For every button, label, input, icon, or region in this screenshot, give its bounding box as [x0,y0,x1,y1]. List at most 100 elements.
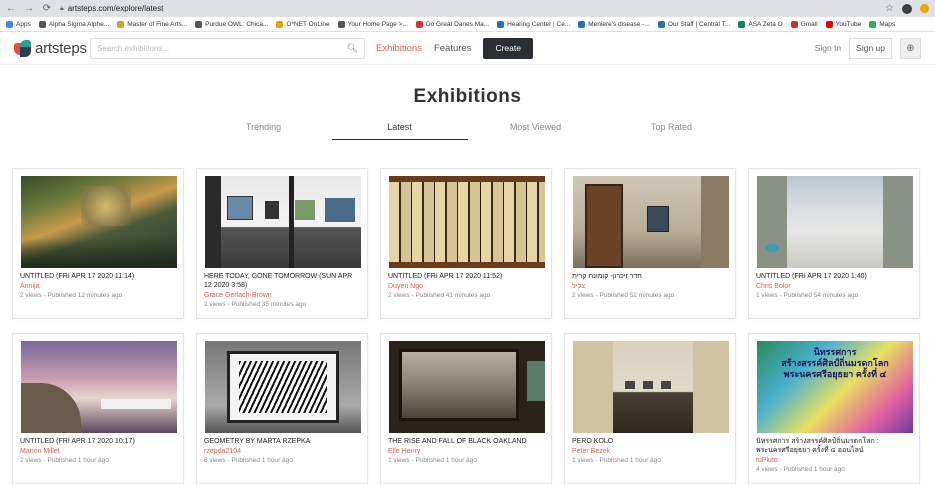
bookmark-item[interactable]: Do Great Danes Ma... [415,20,490,28]
exhibition-card[interactable]: חדר זיכרון- קומונת קרית צליל 2 views - P… [564,168,736,319]
create-button[interactable]: Create [483,37,533,59]
bookmark-label: Purdue OWL: Chica... [205,20,269,28]
bookmark-item[interactable]: Hearing Center | Ce... [497,20,570,28]
exhibition-card[interactable]: THE RISE AND FALL OF BLACK OAKLAND Elle … [380,333,552,484]
address-url: artsteps.com/explore/latest [67,4,164,13]
exhibition-card[interactable]: UNTITLED (FRI APR 17 2020 10:17) Manon M… [12,333,184,484]
bookmark-item[interactable]: Gmail [790,20,818,28]
bookmark-favicon-icon [578,20,586,28]
reload-icon[interactable]: ⟳ [42,0,52,17]
exhibition-thumbnail[interactable] [205,176,361,268]
bookmark-item[interactable]: Meniere's disease -... [578,20,650,28]
exhibition-title[interactable]: GEOMETRY BY MARTA RZEPKA [204,437,360,446]
exhibition-title[interactable]: UNTITLED (FRI APR 17 2020 11:14) [20,272,176,281]
logo-mark-icon [14,39,31,57]
bookmark-favicon-icon [657,20,665,28]
exhibition-author[interactable]: Chris Bolor [756,283,912,290]
exhibition-thumbnail[interactable] [21,341,177,433]
bookmark-favicon-icon [790,20,798,28]
globe-icon[interactable]: ⊕ [900,37,921,59]
bookmarks-bar: Apps Alpha Sigma Alphe... Master of Fine A… [0,17,935,32]
exhibition-title[interactable]: חדר זיכרון- קומונת קרית [572,272,728,281]
search-input[interactable] [97,43,327,53]
exhibition-title[interactable]: PERO KOLO [572,437,728,446]
bookmark-favicon-icon [415,20,423,28]
star-icon[interactable]: ☆ [885,3,894,14]
exhibition-thumbnail[interactable] [573,341,729,433]
exhibition-thumbnail[interactable] [21,176,177,268]
site-header: artsteps 🔍︎ Exhibitions Features Create … [0,32,935,65]
tab-trending[interactable]: Trending [196,122,332,140]
exhibition-author[interactable]: Grace Gerlach-Brown [204,292,360,299]
bookmark-item[interactable]: ASA Zeta O [738,20,783,28]
exhibition-thumbnail[interactable] [389,176,545,268]
exhibition-author[interactable]: Manon Millet [20,448,176,455]
bookmark-label: Your Home Page >... [347,20,408,28]
extension-icon[interactable] [920,4,929,13]
bookmark-label: ASA Zeta O [748,20,783,28]
exhibition-author[interactable]: rzepda2104 [204,448,360,455]
exhibition-author[interactable]: Elle Henry [388,448,544,455]
exhibition-title[interactable]: UNTITLED (FRI APR 17 2020 11:52) [388,272,544,281]
exhibition-author[interactable]: tuPluto [756,457,912,464]
bookmark-label: Do Great Danes Ma... [425,20,490,28]
exhibition-card[interactable]: PERO KOLO Peter Bezek 1 views - Publishe… [564,333,736,484]
exhibition-title[interactable]: THE RISE AND FALL OF BLACK OAKLAND [388,437,544,446]
nav-exhibitions[interactable]: Exhibitions [376,43,422,54]
exhibition-author[interactable]: צליל [572,283,728,290]
exhibition-meta: 2 views - Published 12 minutes ago [20,292,123,299]
search-box[interactable]: 🔍︎ [90,37,365,59]
page-title: Exhibitions [413,86,522,107]
exhibition-card[interactable]: UNTITLED (FRI APR 17 2020 11:52) Duyen N… [380,168,552,319]
exhibition-thumbnail[interactable]: นิทรรศการ สร้างสรรค์ศิลป์ถิ่นมรดกโลก พระ… [757,341,913,433]
bookmark-item[interactable]: Purdue OWL: Chica... [195,20,269,28]
back-icon[interactable]: ← [6,0,16,17]
bookmark-label: Maps [879,20,896,28]
bookmark-item[interactable]: Maps [869,20,896,28]
sign-in-link[interactable]: Sign In [815,43,841,53]
tab-most-viewed[interactable]: Most Viewed [468,122,604,140]
exhibition-card[interactable]: HERE TODAY, GONE TOMORROW (SUN APR 12 20… [196,168,368,319]
exhibition-card[interactable]: UNTITLED (FRI APR 17 2020 1:40) Chris Bo… [748,168,920,319]
bookmark-item[interactable]: Your Home Page >... [337,20,408,28]
bookmark-favicon-icon [738,20,746,28]
exhibition-thumbnail[interactable] [389,341,545,433]
exhibition-author[interactable]: Duyen Ngo [388,283,544,290]
bookmark-favicon-icon [117,20,125,28]
bookmark-item[interactable]: O*NET OnLine [276,20,330,28]
exhibition-meta: 2 views - Published 52 minutes ago [572,292,675,299]
forward-icon[interactable]: → [24,0,34,17]
exhibition-title[interactable]: HERE TODAY, GONE TOMORROW (SUN APR 12 20… [204,272,360,290]
tab-top-rated[interactable]: Top Rated [604,122,740,140]
search-icon[interactable]: 🔍︎ [347,43,358,54]
exhibition-author[interactable]: Peter Bezek [572,448,728,455]
exhibition-title[interactable]: UNTITLED (FRI APR 17 2020 1:40) [756,272,912,281]
exhibition-thumbnail[interactable] [205,341,361,433]
bookmark-favicon-icon [825,20,833,28]
exhibition-thumbnail[interactable] [757,176,913,268]
tab-latest[interactable]: Latest [331,122,468,140]
bookmark-favicon-icon [195,20,203,28]
exhibition-author[interactable]: Annija [20,283,176,290]
artsteps-logo[interactable]: artsteps [14,39,90,57]
exhibition-title[interactable]: นิทรรศการ สร้างสรรค์ศิลป์ถิ่นมรดกโลก : พ… [756,437,912,455]
profile-avatar[interactable] [902,3,912,14]
bookmark-item[interactable]: Master of Fine Arts... [117,20,187,28]
address-bar[interactable]: 🔒︎ artsteps.com/explore/latest [60,2,877,15]
bookmark-label: Alpha Sigma Alphe... [48,20,110,28]
bookmark-item[interactable]: Alpha Sigma Alphe... [38,20,110,28]
exhibition-card[interactable]: GEOMETRY BY MARTA RZEPKA rzepda2104 6 vi… [196,333,368,484]
exhibition-thumbnail[interactable] [573,176,729,268]
bookmark-item[interactable]: Our Staff | Central T... [657,20,730,28]
exhibition-card[interactable]: นิทรรศการ สร้างสรรค์ศิลป์ถิ่นมรดกโลก พระ… [748,333,920,484]
bookmark-item[interactable]: YouTube [825,20,861,28]
exhibition-meta: 1 views - Published 1 hour ago [572,457,661,464]
nav-features[interactable]: Features [434,43,472,54]
exhibition-card[interactable]: UNTITLED (FRI APR 17 2020 11:14) Annija … [12,168,184,319]
sign-up-button[interactable]: Sign up [849,37,892,59]
bookmark-item[interactable]: Apps [6,20,31,28]
bookmark-label: O*NET OnLine [286,20,330,28]
exhibition-meta: 1 views - Published 1 hour ago [388,457,477,464]
bookmark-label: Apps [16,20,31,28]
exhibition-title[interactable]: UNTITLED (FRI APR 17 2020 10:17) [20,437,176,446]
